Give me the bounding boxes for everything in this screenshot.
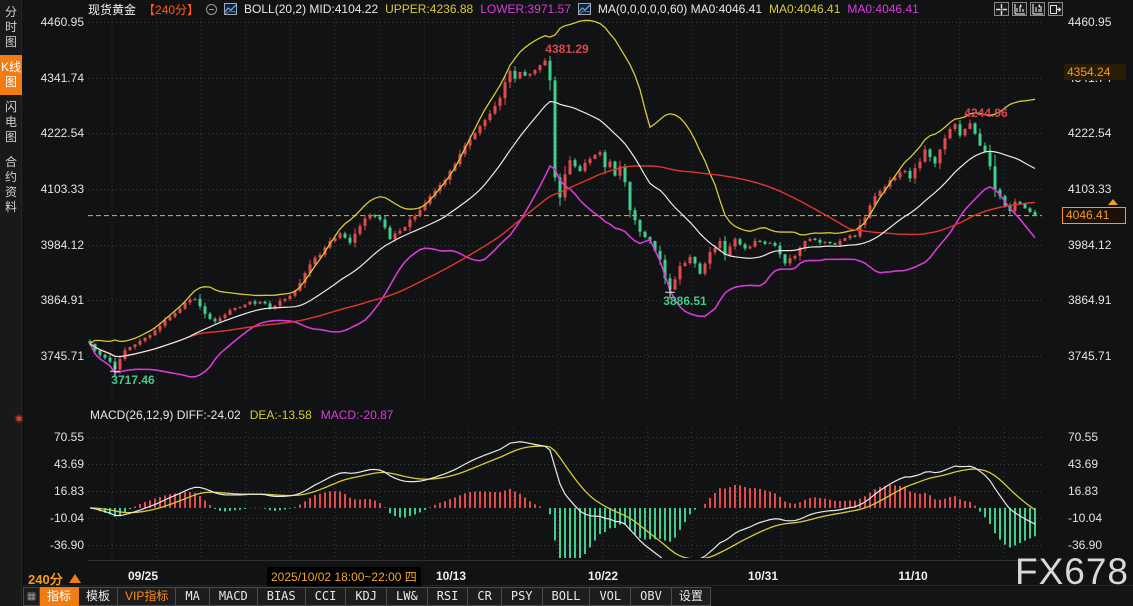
macd-axis-label: 43.69 bbox=[30, 457, 84, 471]
macd-dea-value: DEA:-13.58 bbox=[250, 408, 312, 422]
timeframe-arrow-icon bbox=[69, 574, 81, 583]
footer-tab-CCI[interactable]: CCI bbox=[306, 587, 347, 606]
sidebar-item-0[interactable]: 分时图 bbox=[0, 0, 22, 55]
collapse-icon[interactable] bbox=[206, 4, 217, 15]
price-annotation: 4381.29 bbox=[545, 42, 588, 56]
indicator-alert-icon[interactable]: ✶ bbox=[14, 412, 24, 426]
price-annotation: 3717.46 bbox=[111, 373, 154, 387]
macd-axis-label: -36.90 bbox=[1068, 538, 1102, 552]
footer-tab-CR[interactable]: CR bbox=[468, 587, 501, 606]
macd-diff-value: MACD(26,12,9) DIFF:-24.02 bbox=[90, 408, 241, 422]
footer-tab-PSY[interactable]: PSY bbox=[502, 587, 543, 606]
macd-axis-label: 16.83 bbox=[30, 484, 84, 498]
footer-tab-设置[interactable]: 设置 bbox=[672, 587, 711, 606]
ma-indicator-icon[interactable] bbox=[578, 3, 591, 15]
price-axis-label: 4222.54 bbox=[30, 126, 84, 140]
chart-canvas[interactable] bbox=[0, 0, 1133, 606]
layout-grid-icon[interactable]: ▦ bbox=[23, 587, 40, 606]
sidebar-item-2[interactable]: 闪电图 bbox=[0, 95, 22, 150]
price-axis-label: 3745.71 bbox=[1068, 349, 1111, 363]
time-axis-label: 10/22 bbox=[588, 569, 618, 583]
macd-axis-label: 43.69 bbox=[1068, 457, 1098, 471]
sidebar: 分时图K线图闪电图合约资料 bbox=[0, 0, 22, 606]
footer-tab-BIAS[interactable]: BIAS bbox=[258, 587, 306, 606]
price-axis-label: 4103.33 bbox=[1068, 182, 1111, 196]
footer-tab-MA[interactable]: MA bbox=[176, 587, 209, 606]
price-annotation: 4244.96 bbox=[964, 106, 1007, 120]
time-axis-label: 09/25 bbox=[128, 569, 158, 583]
sidebar-item-1[interactable]: K线图 bbox=[0, 55, 22, 95]
price-up-arrow-icon bbox=[1108, 199, 1118, 205]
macd-axis-label: 16.83 bbox=[1068, 484, 1098, 498]
ma0-magenta-value: MA0:4046.41 bbox=[847, 2, 918, 16]
time-axis-label: 11/10 bbox=[898, 569, 927, 583]
pan-right-icon[interactable] bbox=[1048, 2, 1063, 16]
footer-tab-VOL[interactable]: VOL bbox=[590, 587, 631, 606]
chart-toolbar bbox=[994, 2, 1063, 16]
sidebar-item-3[interactable]: 合约资料 bbox=[0, 150, 22, 220]
footer-tab-RSI[interactable]: RSI bbox=[428, 587, 469, 606]
boll-values: BOLL(20,2) MID:4104.22 bbox=[244, 2, 378, 16]
footer-tab-VIP指标[interactable]: VIP指标 bbox=[118, 587, 176, 606]
symbol-name: 现货黄金 bbox=[88, 1, 136, 18]
macd-value: MACD:-20.87 bbox=[321, 408, 394, 422]
alert-price-badge: 4354.24 bbox=[1064, 64, 1126, 80]
boll-upper-value: UPPER:4236.88 bbox=[385, 2, 473, 16]
zoom-out-icon[interactable] bbox=[1030, 2, 1045, 16]
price-axis-label: 4222.54 bbox=[1068, 126, 1111, 140]
ma-values: MA(0,0,0,0,0,60) MA0:4046.41 bbox=[598, 2, 762, 16]
chart-header: 现货黄金 【240分】 BOLL(20,2) MID:4104.22 UPPER… bbox=[26, 0, 1133, 18]
crosshair-icon[interactable] bbox=[994, 2, 1009, 16]
current-price-badge: 4046.41 bbox=[1062, 207, 1126, 224]
price-annotation: 3886.51 bbox=[663, 294, 706, 308]
footer-tab-指标[interactable]: 指标 bbox=[40, 587, 79, 606]
footer-tab-MACD[interactable]: MACD bbox=[210, 587, 258, 606]
price-axis-label: 3864.91 bbox=[1068, 293, 1111, 307]
timeframe-label[interactable]: 240分 bbox=[28, 569, 81, 588]
footer-tab-模板[interactable]: 模板 bbox=[79, 587, 118, 606]
macd-axis-label: -36.90 bbox=[30, 538, 84, 552]
macd-header: MACD(26,12,9) DIFF:-24.02 DEA:-13.58 MAC… bbox=[90, 408, 393, 422]
trading-app-window: 分时图K线图闪电图合约资料 ✶ 现货黄金 【240分】 BOLL(20,2) M… bbox=[0, 0, 1133, 606]
time-axis: 240分 09/25 10/13 10/22 10/31 11/10 2025/10/0… bbox=[23, 566, 1133, 586]
boll-indicator-icon[interactable] bbox=[224, 3, 237, 15]
footer-tab-OBV[interactable]: OBV bbox=[631, 587, 672, 606]
indicator-toolbar: ▦ 指标模板VIP指标MAMACDBIASCCIKDJLW&RSICRPSYBO… bbox=[23, 587, 1133, 606]
macd-axis-label: -10.04 bbox=[1068, 511, 1102, 525]
price-axis-label: 3984.12 bbox=[1068, 238, 1111, 252]
boll-lower-value: LOWER:3971.57 bbox=[480, 2, 571, 16]
time-axis-label: 10/13 bbox=[436, 569, 466, 583]
price-axis-label: 4103.33 bbox=[30, 182, 84, 196]
time-axis-label: 10/31 bbox=[748, 569, 778, 583]
macd-axis-label: 70.55 bbox=[30, 430, 84, 444]
macd-axis-label: -10.04 bbox=[30, 511, 84, 525]
price-axis-label: 4341.74 bbox=[30, 71, 84, 85]
period-label: 【240分】 bbox=[143, 1, 199, 18]
footer-tab-KDJ[interactable]: KDJ bbox=[346, 587, 387, 606]
ma0-yellow-value: MA0:4046.41 bbox=[769, 2, 840, 16]
footer-tab-BOLL[interactable]: BOLL bbox=[543, 587, 591, 606]
price-axis-label: 3745.71 bbox=[30, 349, 84, 363]
macd-axis-label: 70.55 bbox=[1068, 430, 1098, 444]
footer-tab-LW&[interactable]: LW& bbox=[387, 587, 428, 606]
zoom-in-icon[interactable] bbox=[1012, 2, 1027, 16]
price-axis-label: 3864.91 bbox=[30, 293, 84, 307]
bar-tooltip: 2025/10/02 18:00~22:00 四 bbox=[267, 567, 421, 586]
price-axis-label: 3984.12 bbox=[30, 238, 84, 252]
